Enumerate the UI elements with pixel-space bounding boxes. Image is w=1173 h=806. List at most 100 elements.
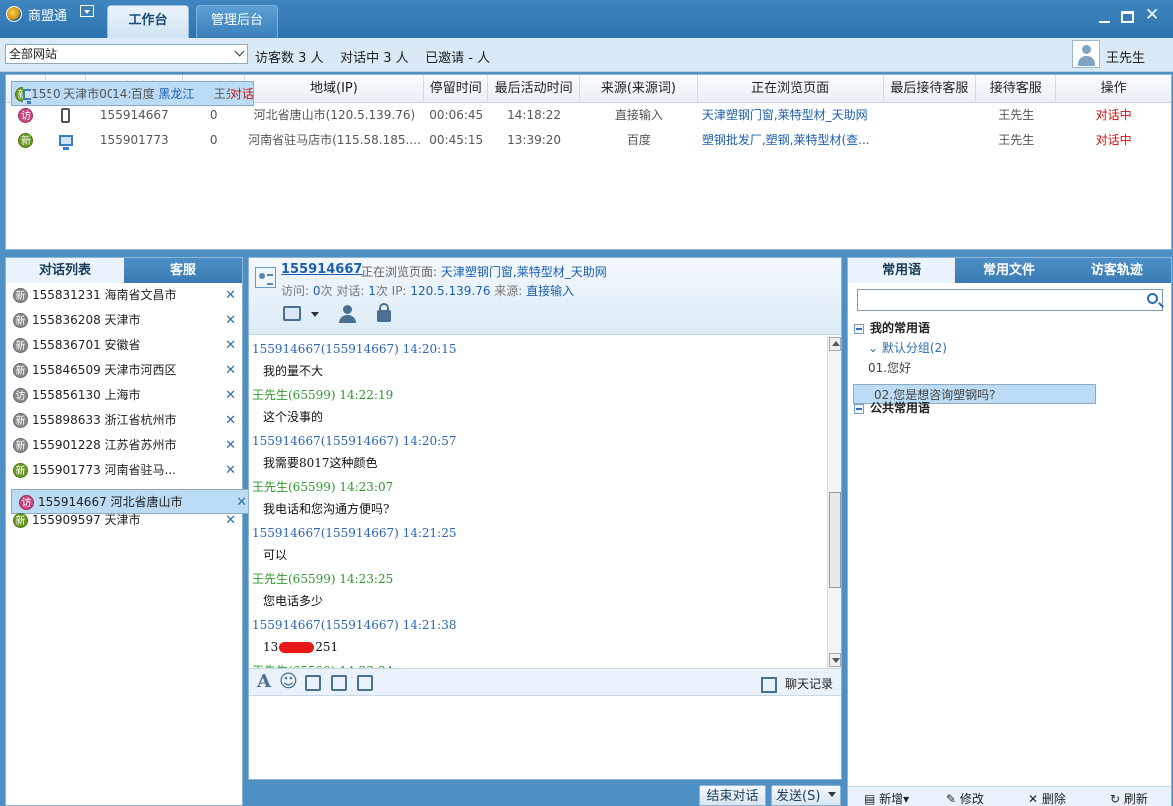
send-file-icon[interactable] <box>331 675 347 691</box>
folder-icon[interactable] <box>283 306 301 321</box>
add-button[interactable]: ▤ 新增▾ <box>864 790 909 806</box>
tab-admin[interactable]: 管理后台 <box>196 5 278 38</box>
list-item[interactable]: 新 155831231 海南省文昌市 ✕ <box>6 283 242 308</box>
message-text: 我电话和您沟通方便吗? <box>263 502 390 516</box>
calculator-icon[interactable] <box>357 675 373 691</box>
message-scrollbar[interactable] <box>827 336 841 668</box>
col-source[interactable]: 来源(来源词) <box>580 75 698 102</box>
send-button[interactable]: 发送(S) <box>771 785 841 806</box>
list-item[interactable]: 新 155909597 天津市 ✕ <box>6 508 242 533</box>
source: 直接输入 <box>614 108 663 122</box>
close-icon[interactable]: ✕ <box>225 383 236 408</box>
list-item[interactable]: 新 155898633 浙江省杭州市 ✕ <box>6 408 242 433</box>
tab-common-files[interactable]: 常用文件 <box>955 258 1063 283</box>
chat-visitor-info: 访问: 0次 对话: 1次 IP: 120.5.139.76 来源: 直接输入 <box>281 282 574 299</box>
phrase-item[interactable]: 01.您好 <box>848 358 1171 378</box>
list-item[interactable]: 新 155901228 江苏省苏州市 ✕ <box>6 433 242 458</box>
phrase-search-input[interactable] <box>857 289 1163 311</box>
site-select[interactable]: 全部网站 <box>5 44 248 64</box>
col-region[interactable]: 地域(IP) <box>245 75 425 102</box>
status-chatting[interactable]: 对话中 <box>1056 103 1171 128</box>
edit-button[interactable]: ✎ 修改 <box>946 790 984 806</box>
list-item[interactable]: 新 155846509 天津市河西区 ✕ <box>6 358 242 383</box>
close-icon[interactable]: ✕ <box>225 508 236 533</box>
close-icon[interactable]: ✕ <box>225 308 236 333</box>
col-last-active[interactable]: 最后活动时间 <box>488 75 581 102</box>
font-icon[interactable]: A <box>255 673 273 691</box>
emoji-icon[interactable]: ☺ <box>279 673 298 691</box>
status-chatting[interactable]: 对话中 <box>1056 128 1171 153</box>
minimize-icon[interactable] <box>1098 10 1112 24</box>
tab-agents[interactable]: 客服 <box>124 258 242 283</box>
chat-visitor-id[interactable]: 155914667 <box>281 262 362 277</box>
browsing-page-link[interactable]: 天津塑钢门窗,莱特型材_天助网 <box>441 265 607 279</box>
list-item[interactable]: 新 155836701 安徽省 ✕ <box>6 333 242 358</box>
lock-icon[interactable] <box>377 303 391 322</box>
browsing-page-link[interactable]: 塑钢批发厂,塑钢,莱特型材(查... <box>698 128 884 153</box>
collapse-icon[interactable] <box>854 403 864 414</box>
transfer-user-icon[interactable] <box>339 304 361 324</box>
table-row[interactable]: 访 155914667 0 河北省唐山市(120.5.139.76) 00:06… <box>6 103 1171 128</box>
channel-cell <box>46 128 86 153</box>
tab-common-phrases[interactable]: 常用语 <box>848 258 956 283</box>
close-icon[interactable]: ✕ <box>225 433 236 458</box>
chevron-down-icon[interactable] <box>828 792 836 797</box>
browsing-page-link[interactable]: 黑龙江塑钢窗,莱特型钢,塑钢... <box>154 82 195 105</box>
screenshot-icon[interactable] <box>305 675 321 691</box>
close-icon[interactable]: ✕ <box>1145 7 1159 24</box>
type-cell: 访 <box>6 103 46 128</box>
status-chatting[interactable]: 对话中 <box>230 82 253 105</box>
maximize-icon[interactable] <box>1121 11 1134 23</box>
chat-panel: 155914667 正在浏览页面: 天津塑钢门窗,莱特型材_天助网 访问: 0次… <box>248 257 842 780</box>
phone-icon <box>61 108 71 123</box>
refresh-button[interactable]: ↻ 刷新 <box>1110 790 1148 806</box>
col-action[interactable]: 操作 <box>1056 75 1171 102</box>
table-row[interactable]: 新 155901773 0 河南省驻马店市(115.58.185.... 00:… <box>6 128 1171 153</box>
visitor-name: 155909597 <box>31 87 51 101</box>
app-menu-dropdown-icon[interactable] <box>80 5 94 17</box>
close-icon[interactable]: ✕ <box>225 458 236 483</box>
delete-button[interactable]: ✕ 删除 <box>1028 790 1066 806</box>
tree-node-my-phrases[interactable]: 我的常用语 <box>848 318 1171 338</box>
visitor-name: 155914667 <box>99 108 169 122</box>
close-icon[interactable]: ✕ <box>225 283 236 308</box>
list-item[interactable]: 新 155901773 河南省驻马... ✕ <box>6 458 242 483</box>
list-item[interactable]: 访 155856130 上海市 ✕ <box>6 383 242 408</box>
tree-node-default-group[interactable]: ⌄ 默认分组(2) <box>848 338 1171 358</box>
tab-conversations[interactable]: 对话列表 <box>6 258 124 283</box>
tree-node-public-phrases[interactable]: 公共常用语 <box>848 398 1171 418</box>
close-icon[interactable]: ✕ <box>225 408 236 433</box>
last-active: 14:04:55 <box>112 87 131 101</box>
message-text: 可以 <box>263 548 288 562</box>
conversation-id: 155856130 <box>32 388 101 402</box>
conversation-region: 江苏省苏州市 <box>104 438 177 452</box>
group-label: 默认分组(2) <box>881 341 947 355</box>
close-icon[interactable]: ✕ <box>225 333 236 358</box>
tab-workbench[interactable]: 工作台 <box>107 5 189 38</box>
chevron-down-icon[interactable] <box>311 312 319 317</box>
end-chat-button[interactable]: 结束对话 <box>699 785 766 806</box>
col-agent[interactable]: 接待客服 <box>976 75 1057 102</box>
scroll-thumb[interactable] <box>829 492 841 588</box>
visitor-table: 类型 渠道 访客姓名 访问次数 地域(IP) 停留时间 最后活动时间 来源(来源… <box>5 74 1172 250</box>
scroll-down-icon[interactable] <box>829 653 841 667</box>
message-input[interactable] <box>249 697 841 779</box>
col-page[interactable]: 正在浏览页面 <box>698 75 884 102</box>
table-row[interactable]: 新 155909597 0 天津市(117.11.32.97) 00:20:01… <box>11 81 254 106</box>
col-stay[interactable]: 停留时间 <box>424 75 489 102</box>
tab-visitor-track[interactable]: 访客轨迹 <box>1062 258 1171 283</box>
visits-label: 访问: <box>281 284 310 298</box>
list-item[interactable]: 新 155836208 天津市 ✕ <box>6 308 242 333</box>
user-name: 王先生 <box>1106 51 1146 66</box>
scroll-up-icon[interactable] <box>829 337 841 351</box>
region: 河南省驻马店市(115.58.185.... <box>248 133 421 147</box>
chat-history-button[interactable]: 聊天记录 <box>761 675 833 693</box>
collapse-icon[interactable] <box>854 323 864 334</box>
user-avatar-icon[interactable] <box>1072 40 1100 68</box>
col-last-agent[interactable]: 最后接待客服 <box>884 75 977 102</box>
search-icon[interactable] <box>1147 293 1158 304</box>
close-icon[interactable]: ✕ <box>225 358 236 383</box>
browsing-page-link[interactable]: 天津塑钢门窗,莱特型材_天助网 <box>698 103 884 128</box>
conversation-id: 155909597 <box>32 513 101 527</box>
last-active: 14:18:22 <box>507 108 562 122</box>
